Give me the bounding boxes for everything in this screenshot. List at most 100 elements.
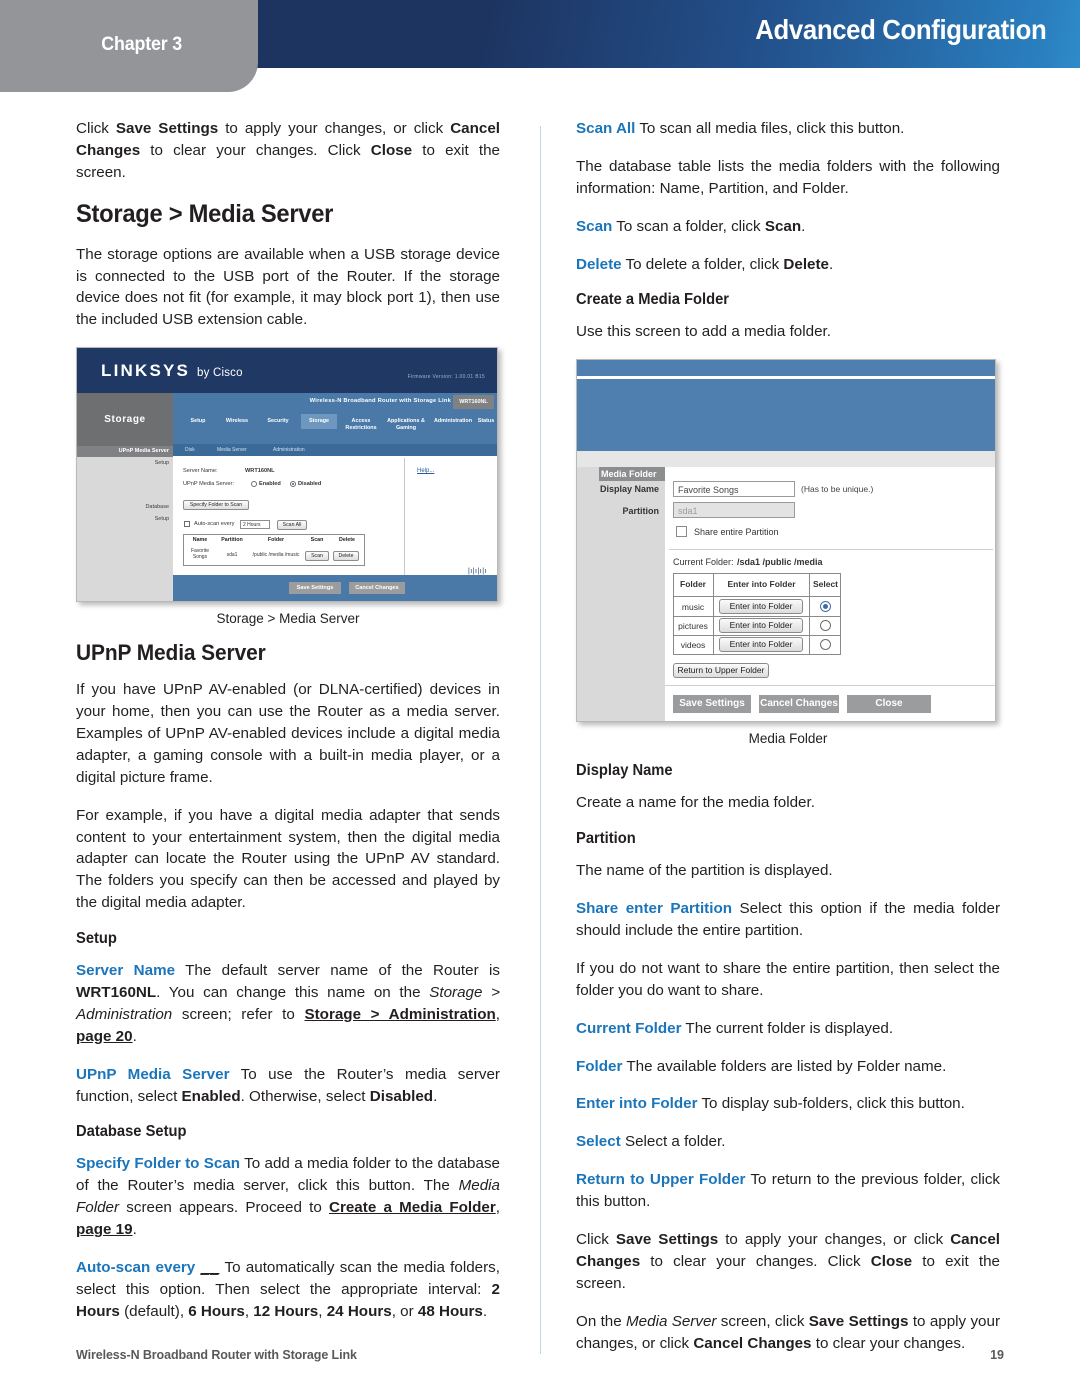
specify-folder-keyword: Specify Folder to Scan	[76, 1155, 241, 1173]
footer-save-settings-button[interactable]: Save Settings	[289, 582, 341, 595]
sidenav-item-setup[interactable]: Setup	[77, 460, 173, 466]
delete-keyword: Delete	[576, 255, 622, 273]
sidenav-item-upnp-media-server[interactable]: UPnP Media Server	[77, 448, 173, 454]
use-this-screen-paragraph: Use this screen to add a media folder.	[576, 323, 831, 341]
row-scan-button[interactable]: Scan	[305, 551, 329, 562]
current-folder-keyword: Current Folder	[576, 1019, 682, 1037]
text: The current folder is displayed.	[681, 1019, 894, 1037]
enabled-term: Enabled	[181, 1087, 241, 1105]
save-settings-term: Save Settings	[115, 120, 219, 137]
text: to apply your changes, or click	[218, 120, 451, 137]
figure-storage-media-server: LINKSYS by Cisco Firmware Version: 1.00.…	[76, 347, 500, 626]
th-delete: Delete	[339, 537, 355, 544]
enter-into-folder-button-videos[interactable]: Enter into Folder	[719, 637, 803, 653]
text: .	[433, 1087, 438, 1105]
tab-applications-gaming[interactable]: Applications & Gaming	[383, 418, 429, 432]
tab-access-restrictions[interactable]: Access Restrictions	[341, 418, 381, 432]
return-to-upper-folder-item: Return to Upper Folder To return to the …	[576, 1169, 1000, 1213]
subtab-disk[interactable]: Disk	[185, 447, 195, 453]
autoscan-interval-select[interactable]: 2 Hours	[240, 520, 270, 530]
tab-storage[interactable]: Storage	[301, 414, 337, 429]
linksys-logo: LINKSYS by Cisco	[101, 361, 243, 381]
scan-item: Scan To scan a folder, click Scan.	[576, 216, 1000, 238]
media-folder-blue-panel	[577, 379, 995, 452]
subtab-media-server[interactable]: Media Server	[217, 447, 247, 453]
model-name: WRT160NL	[76, 984, 157, 1002]
th-folder: Folder	[680, 579, 706, 590]
enter-into-folder-button-music[interactable]: Enter into Folder	[719, 599, 803, 615]
create-media-folder-link[interactable]: Create a Media Folder	[329, 1199, 496, 1216]
specify-folder-to-scan-button[interactable]: Specify Folder to Scan	[183, 500, 249, 511]
partition-paragraph: The name of the partition is displayed.	[576, 862, 833, 880]
tab-administration[interactable]: Administration	[431, 418, 475, 425]
page-header-title: Advanced Configuration	[754, 14, 1046, 45]
tab-security[interactable]: Security	[259, 418, 297, 425]
figure1-caption: Storage > Media Server	[216, 611, 360, 627]
select-keyword: Select	[576, 1133, 621, 1151]
media-folder-top-strip	[577, 360, 995, 377]
text: , or	[391, 1302, 418, 1320]
cancel-changes-term: Cancel Changes	[693, 1334, 812, 1352]
page-19-link[interactable]: page 19	[76, 1221, 133, 1238]
sidenav-item-database[interactable]: Database	[77, 504, 173, 510]
column-divider	[540, 126, 541, 1354]
text: to apply your changes, or click	[718, 1231, 951, 1249]
screenshot-model-badge: WRT160NL	[453, 395, 494, 410]
scan-all-button[interactable]: Scan All	[277, 520, 307, 531]
scan-keyword: Scan	[576, 217, 613, 235]
page-reference-link[interactable]: page 20	[76, 1028, 133, 1045]
close-term: Close	[370, 141, 413, 159]
figure-media-folder: Media Folder Display Name Partition Favo…	[576, 359, 1000, 746]
tab-setup[interactable]: Setup	[181, 418, 215, 425]
cancel-changes-button[interactable]: Cancel Changes	[759, 695, 839, 714]
enter-into-folder-button-pictures[interactable]: Enter into Folder	[719, 618, 803, 634]
folder-item: Folder The available folders are listed …	[576, 1056, 1000, 1078]
share-entire-partition-label: Share entire Partition	[694, 527, 779, 538]
text: To delete a folder, click	[621, 255, 784, 273]
screenshot-sidenav	[77, 446, 173, 602]
media-server-screen-ref: Media Server	[626, 1312, 717, 1330]
help-link[interactable]: Help...	[417, 468, 434, 474]
text: screen; refer to	[172, 1005, 305, 1023]
footer-cancel-changes-button[interactable]: Cancel Changes	[349, 582, 405, 595]
text: (default),	[119, 1302, 189, 1320]
storage-paragraph: The storage options are available when a…	[76, 245, 500, 329]
text: Select a folder.	[620, 1133, 726, 1151]
upnp-media-server-item: UPnP Media Server To use the Router’s me…	[76, 1064, 500, 1108]
th-name: Name	[192, 537, 208, 544]
scan-term: Scan	[764, 217, 802, 235]
text: .	[801, 217, 806, 235]
autoscan-label: Auto-scan every	[194, 521, 235, 528]
text: ,	[495, 1199, 500, 1217]
save-settings-button[interactable]: Save Settings	[673, 695, 751, 714]
upnp-paragraph-2: For example, if you have a digital media…	[76, 806, 500, 912]
sidenav-item-setup-2[interactable]: Setup	[77, 516, 173, 522]
scan-all-item: Scan All To scan all media files, click …	[576, 118, 1000, 140]
text: To scan all media files, click this butt…	[635, 120, 905, 137]
brand-text: LINKSYS	[101, 361, 191, 381]
tab-wireless[interactable]: Wireless	[217, 418, 257, 425]
auto-scan-blank: __	[200, 1259, 220, 1277]
subtab-administration[interactable]: Administration	[273, 447, 305, 453]
row-delete-button[interactable]: Delete	[333, 551, 359, 562]
return-to-upper-folder-button[interactable]: Return to Upper Folder	[673, 663, 769, 679]
figure2-caption: Media Folder	[748, 731, 828, 747]
intro-paragraph: Click Save Settings to apply your change…	[76, 118, 500, 184]
radio-disabled-label: Disabled	[298, 481, 322, 488]
display-name-input[interactable]: Favorite Songs	[673, 481, 795, 498]
interval-6-hours: 6 Hours	[188, 1302, 245, 1320]
upnp-keyword: UPnP Media Server	[76, 1065, 230, 1083]
autoscan-checkbox[interactable]	[184, 521, 190, 528]
tab-status[interactable]: Status	[475, 418, 497, 425]
media-folder-tab-label: Media Folder	[601, 469, 657, 480]
display-name-hint: (Has to be unique.)	[801, 484, 874, 495]
td-folder-videos: videos	[680, 640, 706, 651]
text: to clear your changes. Click	[140, 141, 371, 159]
share-entire-partition-checkbox[interactable]	[676, 526, 687, 538]
text: .	[829, 255, 834, 273]
cross-reference-link[interactable]: Storage > Administration	[304, 1006, 495, 1023]
text: The available folders are listed by Fold…	[622, 1057, 947, 1075]
left-column: Click Save Settings to apply your change…	[76, 118, 500, 1323]
auto-scan-keyword: Auto-scan every	[76, 1259, 196, 1277]
close-button[interactable]: Close	[847, 695, 931, 714]
